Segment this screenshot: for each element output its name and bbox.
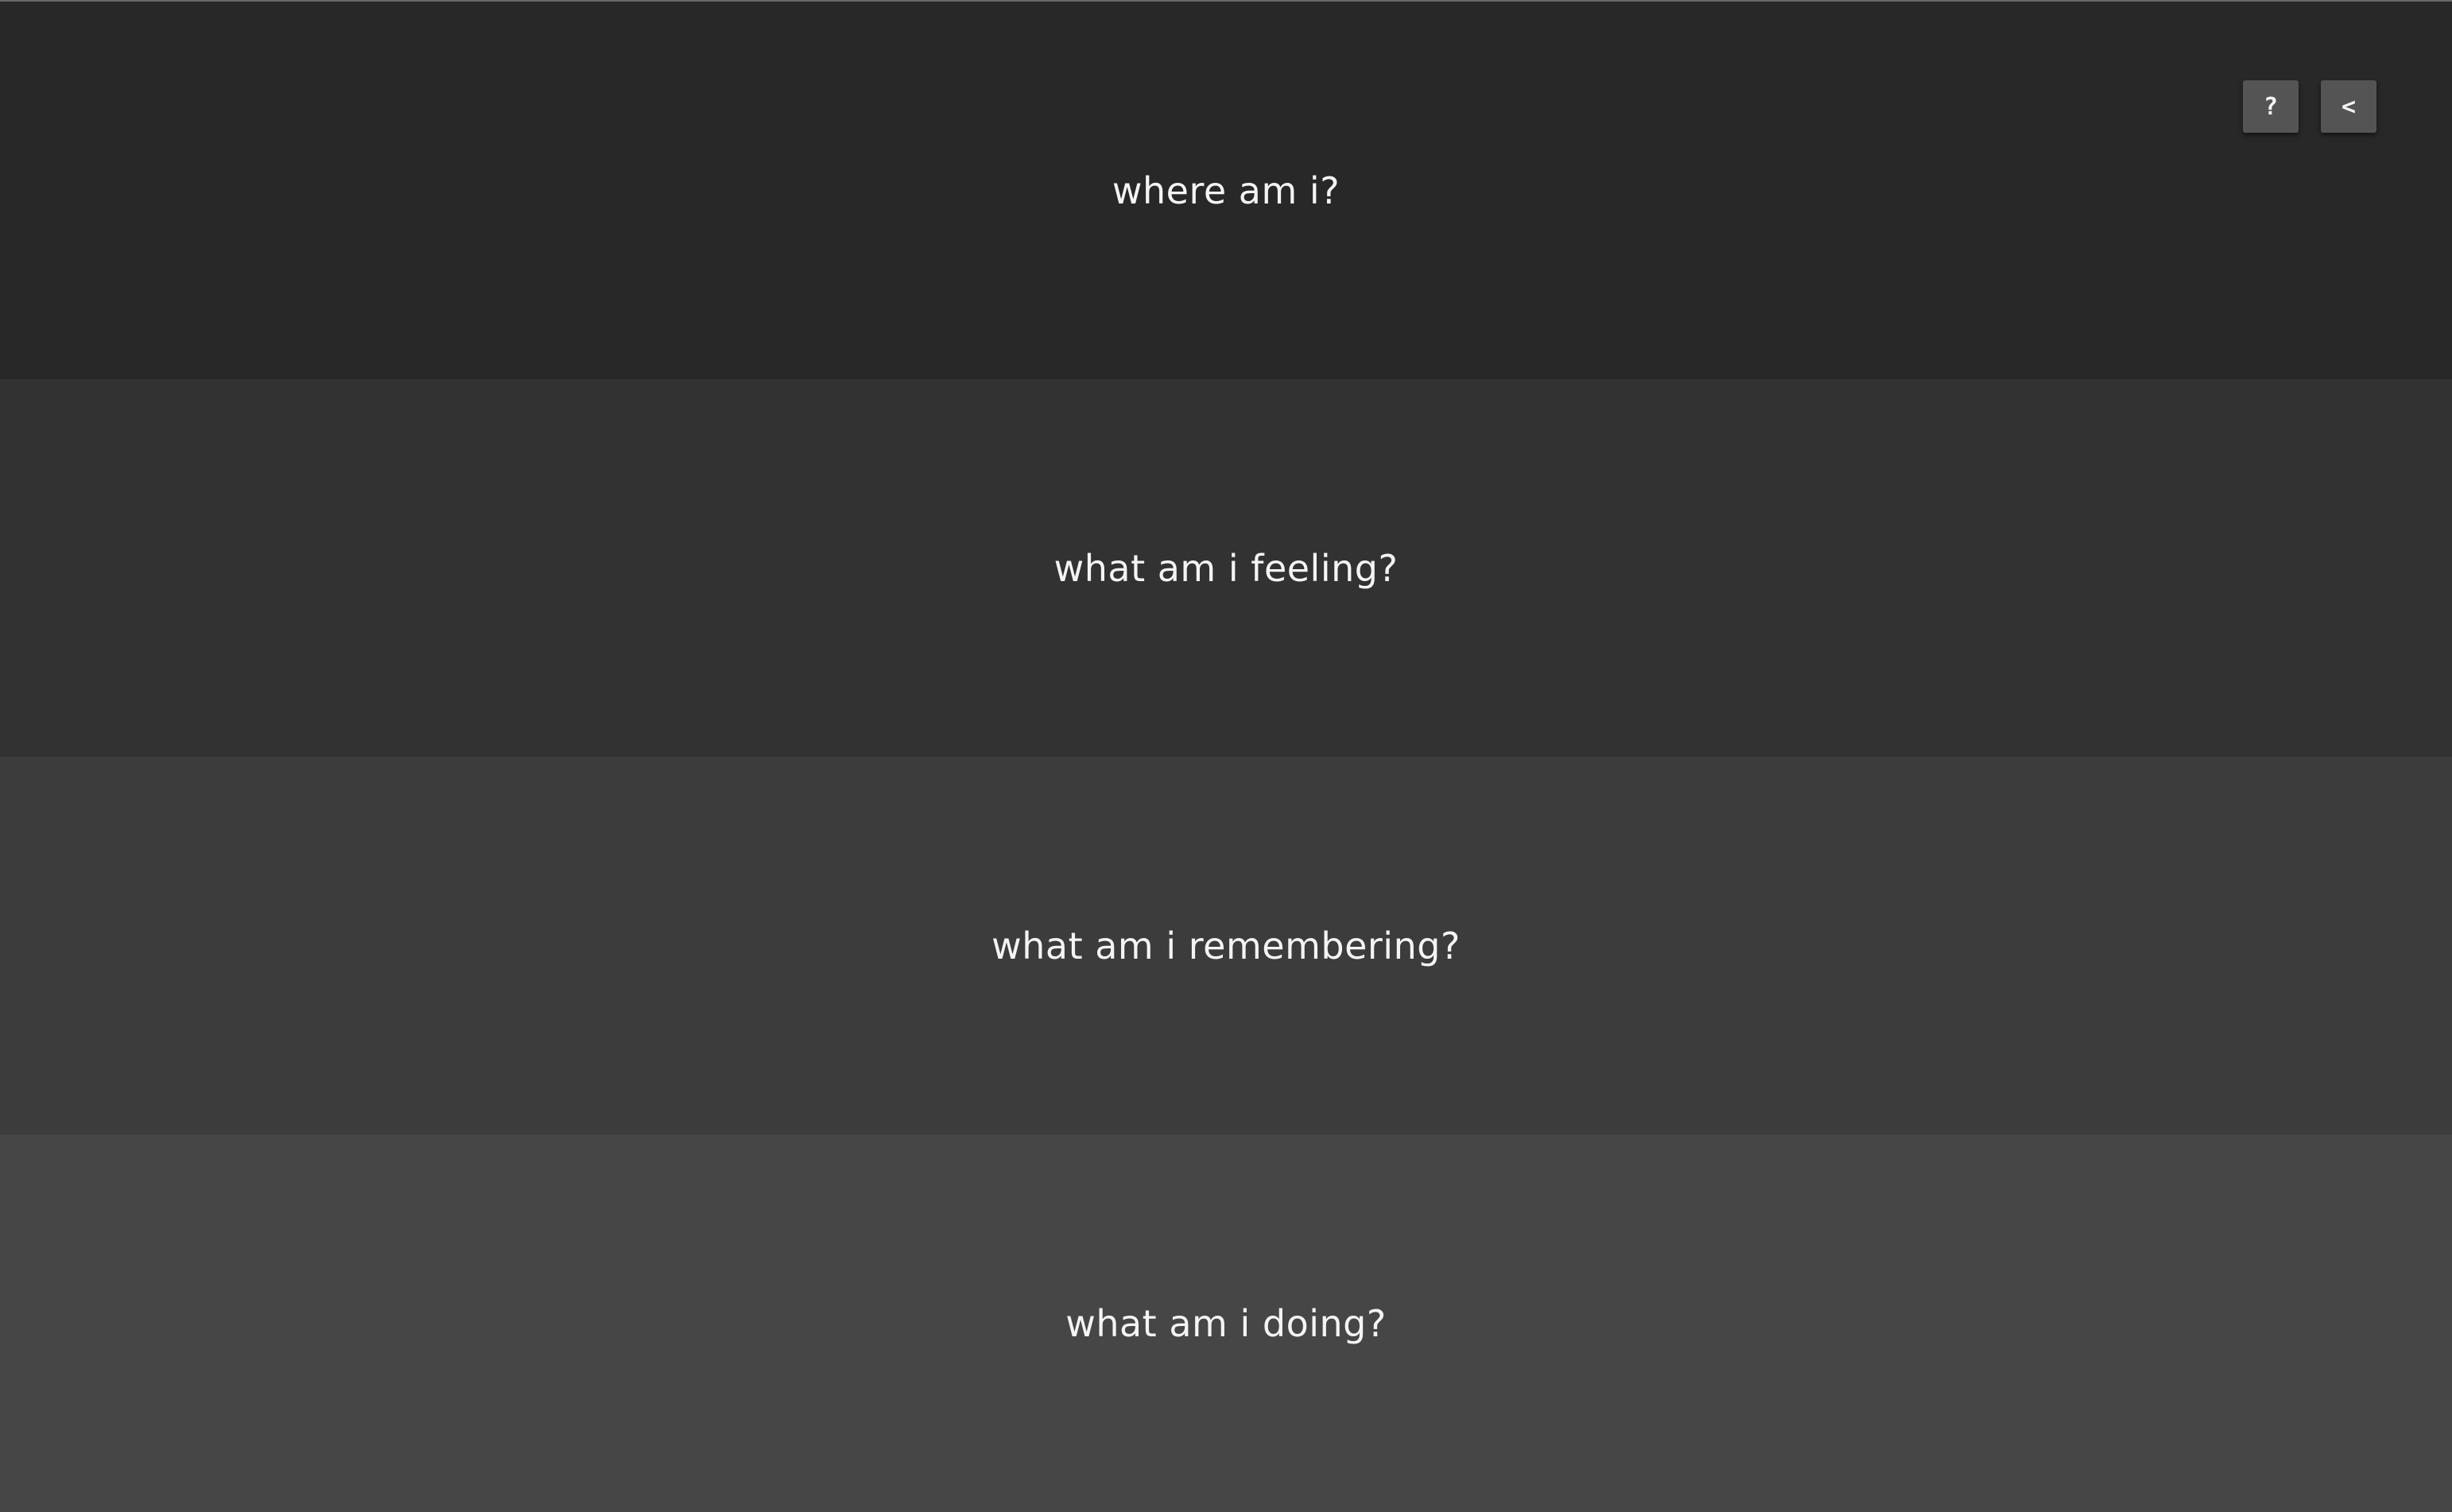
app-root: where am i? what am i feeling? what am i… (0, 0, 2452, 1512)
panel-where-am-i[interactable]: where am i? (0, 2, 2452, 379)
panel-what-am-i-remembering[interactable]: what am i remembering? (0, 757, 2452, 1134)
panel-what-am-i-feeling[interactable]: what am i feeling? (0, 379, 2452, 757)
help-button[interactable]: ? (2243, 80, 2299, 133)
panel-label: what am i feeling? (1053, 546, 1399, 590)
question-icon: ? (2263, 92, 2279, 121)
panel-label: what am i doing? (1065, 1301, 1387, 1345)
top-right-controls: ? < (2243, 80, 2376, 133)
question-panels: where am i? what am i feeling? what am i… (0, 2, 2452, 1512)
back-button[interactable]: < (2321, 80, 2376, 133)
panel-what-am-i-doing[interactable]: what am i doing? (0, 1134, 2452, 1512)
panel-label: what am i remembering? (991, 924, 1461, 967)
chevron-left-icon: < (2341, 92, 2357, 121)
panel-label: where am i? (1112, 169, 1340, 212)
